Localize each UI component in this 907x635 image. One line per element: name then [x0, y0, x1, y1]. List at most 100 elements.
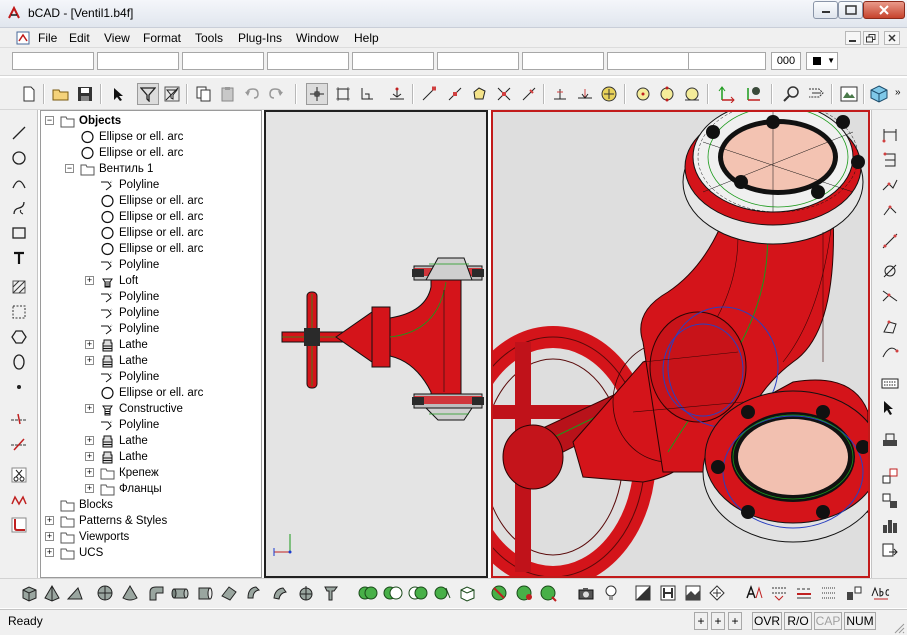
snap-perpendicular-button[interactable]	[549, 83, 571, 105]
render-shade-button[interactable]	[489, 582, 511, 604]
solid-box-button[interactable]	[456, 582, 478, 604]
menu-edit[interactable]: Edit	[69, 31, 90, 45]
maximize-button[interactable]	[838, 1, 863, 19]
right-tool-move[interactable]	[878, 174, 902, 196]
cone-primitive-button[interactable]	[119, 582, 141, 604]
undo-button[interactable]	[241, 83, 263, 105]
tree-item[interactable]: + Крепеж	[41, 465, 261, 481]
tree-item[interactable]: Ellipse or ell. arc	[41, 129, 261, 145]
fillet-tool-button[interactable]	[8, 514, 30, 536]
coordinate-axes-button[interactable]	[716, 83, 738, 105]
right-tool-stretch[interactable]	[878, 285, 902, 307]
right-tool-offset[interactable]	[878, 316, 902, 338]
property-field-2[interactable]	[97, 52, 179, 70]
tree-item[interactable]: Polyline	[41, 177, 261, 193]
snap-anchor-button[interactable]	[386, 83, 408, 105]
tree-item[interactable]: + Lathe	[41, 449, 261, 465]
menu-plugins[interactable]: Plug-Ins	[238, 31, 282, 45]
filter-button[interactable]	[137, 83, 159, 105]
loft-button[interactable]	[320, 582, 342, 604]
point-tool-button[interactable]	[8, 376, 30, 398]
right-tool-group[interactable]	[878, 490, 902, 512]
menu-window[interactable]: Window	[296, 31, 339, 45]
torus-segment-button[interactable]	[145, 582, 167, 604]
viewport-side-view[interactable]	[264, 110, 488, 578]
tree-item[interactable]: Polyline	[41, 417, 261, 433]
break-tool-button[interactable]	[8, 489, 30, 511]
construction-line-button[interactable]	[8, 408, 30, 430]
snap-frame-button[interactable]	[332, 83, 354, 105]
tree-item[interactable]: Ellipse or ell. arc	[41, 241, 261, 257]
background-button[interactable]	[682, 582, 704, 604]
tree-item[interactable]: Polyline	[41, 321, 261, 337]
menu-tools[interactable]: Tools	[195, 31, 223, 45]
menu-format[interactable]: Format	[143, 31, 181, 45]
color-picker[interactable]: ▼	[806, 52, 838, 70]
trim-tool-button[interactable]	[8, 464, 30, 486]
line-tool-button[interactable]	[8, 122, 30, 144]
camera-button[interactable]	[575, 582, 597, 604]
tree-expand-toggle[interactable]: +	[45, 548, 54, 557]
arc-tool-button[interactable]	[8, 172, 30, 194]
slice-button[interactable]	[432, 582, 454, 604]
tree-item[interactable]: Ellipse or ell. arc	[41, 225, 261, 241]
right-tool-layer[interactable]	[878, 428, 902, 450]
property-field-3[interactable]	[182, 52, 264, 70]
hatch-style-button[interactable]	[818, 582, 840, 604]
tree-expand-toggle[interactable]: +	[85, 468, 94, 477]
object-tree[interactable]: − Objects Ellipse or ell. arc Ellipse or el…	[40, 110, 262, 578]
snap-tangent-button[interactable]	[574, 83, 596, 105]
tree-item[interactable]: Polyline	[41, 257, 261, 273]
font-style-button[interactable]	[743, 582, 765, 604]
right-tool-dimension[interactable]	[878, 124, 902, 146]
tube-primitive-button[interactable]	[193, 582, 215, 604]
tree-item[interactable]: − Вентиль 1	[41, 161, 261, 177]
tree-expand-toggle[interactable]: +	[45, 532, 54, 541]
copy-button[interactable]	[193, 83, 215, 105]
tree-expand-toggle[interactable]: +	[85, 340, 94, 349]
light-button[interactable]	[600, 582, 622, 604]
right-tool-curve[interactable]	[878, 341, 902, 363]
box-primitive-button[interactable]	[18, 582, 40, 604]
right-tool-chart[interactable]	[878, 515, 902, 537]
subtract-button[interactable]	[382, 582, 404, 604]
snap-endpoint-button[interactable]	[418, 83, 440, 105]
tree-item[interactable]: Polyline	[41, 369, 261, 385]
tree-expand-toggle[interactable]: +	[45, 516, 54, 525]
tree-item[interactable]: + Lathe	[41, 337, 261, 353]
mdi-minimize-button[interactable]	[845, 31, 861, 45]
tree-collapse-toggle[interactable]: −	[65, 164, 74, 173]
snap-grid-button[interactable]	[306, 83, 328, 105]
viewport-3d-view[interactable]	[491, 110, 870, 578]
intersect-button[interactable]	[407, 582, 429, 604]
select-button[interactable]	[107, 83, 129, 105]
zoom-window-button[interactable]	[780, 83, 802, 105]
render-edges-button[interactable]	[538, 582, 560, 604]
tree-item[interactable]: Ellipse or ell. arc	[41, 385, 261, 401]
circle-tool-button[interactable]	[8, 147, 30, 169]
lathe-button[interactable]	[295, 582, 317, 604]
tree-item[interactable]: Blocks	[41, 497, 261, 513]
resize-grip-icon[interactable]	[893, 622, 905, 634]
tree-item[interactable]: + Фланцы	[41, 481, 261, 497]
line-style-button[interactable]	[793, 582, 815, 604]
tree-item[interactable]: Polyline	[41, 305, 261, 321]
block-style-button[interactable]	[843, 582, 865, 604]
tree-expand-toggle[interactable]: +	[85, 436, 94, 445]
property-field-8[interactable]	[607, 52, 689, 70]
tree-item[interactable]: + Patterns & Styles	[41, 513, 261, 529]
bcad-app-icon[interactable]	[6, 5, 22, 21]
tree-item[interactable]: Ellipse or ell. arc	[41, 145, 261, 161]
snap-circle-tangent-button[interactable]	[681, 83, 703, 105]
close-button[interactable]	[863, 1, 905, 19]
right-tool-align[interactable]	[878, 149, 902, 171]
right-tool-export[interactable]	[878, 540, 902, 562]
material-button[interactable]	[632, 582, 654, 604]
right-tool-pick[interactable]	[878, 397, 902, 419]
property-field-7[interactable]	[522, 52, 604, 70]
save-button[interactable]	[74, 83, 96, 105]
right-tool-rotate[interactable]	[878, 199, 902, 221]
render-wire-button[interactable]	[514, 582, 536, 604]
sweep-button[interactable]	[269, 582, 291, 604]
line-width-field[interactable]: 000	[771, 52, 801, 70]
